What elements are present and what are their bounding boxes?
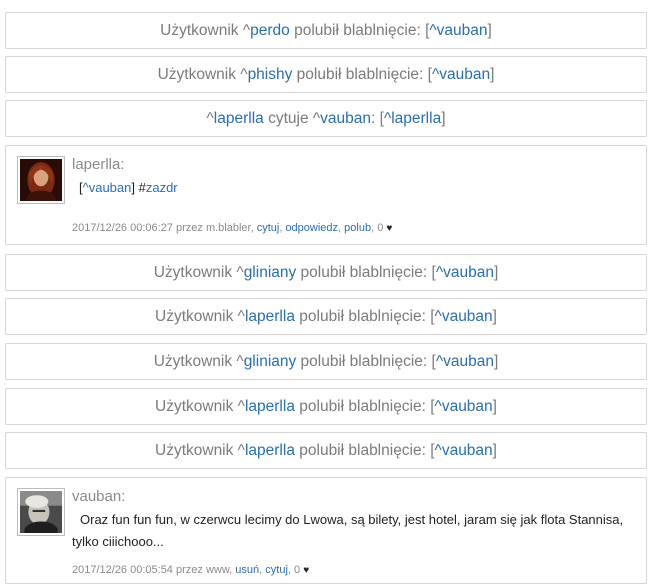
delete-button[interactable]: usuń <box>235 564 259 576</box>
notice-prefix: Użytkownik ^ <box>160 22 251 39</box>
notice-prefix: Użytkownik ^ <box>153 353 244 370</box>
quote-button[interactable]: cytuj <box>265 564 288 576</box>
notice-quote-laperlla: ^laperlla cytuje ^vauban: [^laperlla] <box>5 100 647 137</box>
post-timestamp: 2017/12/26 00:05:54 przez www, <box>72 564 236 576</box>
notice-text: : [ <box>371 110 384 127</box>
post-link-vauban[interactable]: ^vauban <box>435 398 493 415</box>
post-meta: 2017/12/26 00:06:27 przez m.blabler, cyt… <box>72 222 393 234</box>
notice-like-phishy: Użytkownik ^phishy polubił blablnięcie: … <box>5 56 647 93</box>
user-link-phishy[interactable]: phishy <box>248 66 293 83</box>
user-link-gliniany[interactable]: gliniany <box>244 264 297 281</box>
like-count: , 0 <box>287 564 304 576</box>
notice-prefix: Użytkownik ^ <box>157 66 248 83</box>
post-link-vauban[interactable]: ^vauban <box>436 264 494 281</box>
post-link-vauban[interactable]: ^vauban <box>432 66 490 83</box>
notice-suffix: ] <box>492 398 497 415</box>
notice-suffix: ] <box>492 308 497 325</box>
notice-suffix: ] <box>487 22 492 39</box>
quote-button[interactable]: cytuj <box>257 222 280 234</box>
post-link-laperlla[interactable]: ^laperlla <box>384 110 441 127</box>
notice-text: polubił blablnięcie: [ <box>296 264 436 281</box>
notice-prefix: Użytkownik ^ <box>153 264 244 281</box>
notice-text: cytuje ^ <box>263 110 321 127</box>
heart-icon: ♥ <box>386 223 393 234</box>
notice-text: polubił blablnięcie: [ <box>294 398 435 415</box>
reply-button[interactable]: odpowiedz <box>285 222 338 234</box>
post-timestamp: 2017/12/26 00:06:27 przez m.blabler, <box>72 222 257 234</box>
user-link-laperlla[interactable]: laperlla <box>214 110 264 127</box>
post-author: vauban: <box>72 488 126 505</box>
post-link-vauban[interactable]: ^vauban <box>435 308 493 325</box>
notice-like-laperlla: Użytkownik ^laperlla polubił blablnięcie… <box>5 432 647 469</box>
user-link-perdo[interactable]: perdo <box>250 22 290 39</box>
like-button[interactable]: polub <box>344 222 371 234</box>
avatar[interactable] <box>17 488 65 536</box>
notice-prefix: ^ <box>206 110 214 127</box>
notice-suffix: ] <box>493 353 499 370</box>
user-link-gliniany[interactable]: gliniany <box>244 353 297 370</box>
notice-suffix: ] <box>490 66 495 83</box>
notice-text: polubił blablnięcie: [ <box>294 442 435 459</box>
notice-like-laperlla: Użytkownik ^laperlla polubił blablnięcie… <box>5 298 647 335</box>
post-laperlla: laperlla: [^vauban] #zazdr 2017/12/26 00… <box>5 145 647 245</box>
notice-like-perdo: Użytkownik ^perdo polubił blablnięcie: [… <box>5 12 647 49</box>
bracket-close: ] <box>131 180 139 195</box>
like-count: , 0 <box>371 222 387 234</box>
post-content: Oraz fun fun fun, w czerwcu lecimy do Lw… <box>72 512 624 549</box>
notice-suffix: ] <box>492 442 497 459</box>
hashtag-symbol: # <box>138 180 146 195</box>
notice-text: polubił blablnięcie: [ <box>294 308 435 325</box>
post-link-vauban[interactable]: ^vauban <box>435 442 493 459</box>
post-link-vauban[interactable]: ^vauban <box>436 353 494 370</box>
avatar-laperlla-image <box>20 159 62 201</box>
notice-text: polubił blablnięcie: [ <box>296 353 436 370</box>
notice-like-laperlla: Użytkownik ^laperlla polubił blablnięcie… <box>5 388 647 425</box>
notice-suffix: ] <box>441 110 446 127</box>
quote-link-vauban[interactable]: ^vauban <box>83 180 132 195</box>
user-link-vauban[interactable]: vauban <box>320 110 371 127</box>
post-meta: 2017/12/26 00:05:54 przez www, usuń, cyt… <box>72 564 310 576</box>
user-link-laperlla[interactable]: laperlla <box>245 308 295 325</box>
post-author: laperlla: <box>72 156 125 173</box>
post-link-vauban[interactable]: ^vauban <box>429 22 487 39</box>
heart-icon: ♥ <box>303 565 310 576</box>
notice-prefix: Użytkownik ^ <box>155 308 245 325</box>
notice-like-gliniany: Użytkownik ^gliniany polubił blablnięcie… <box>5 254 647 291</box>
avatar-vauban-image <box>20 491 62 533</box>
post-vauban: vauban: Oraz fun fun fun, w czerwcu leci… <box>5 477 647 584</box>
post-content: [^vauban] #zazdr <box>79 177 178 199</box>
user-link-laperlla[interactable]: laperlla <box>245 442 295 459</box>
user-link-laperlla[interactable]: laperlla <box>245 398 295 415</box>
avatar[interactable] <box>17 156 65 204</box>
notice-prefix: Użytkownik ^ <box>155 398 245 415</box>
notice-like-gliniany: Użytkownik ^gliniany polubił blablnięcie… <box>5 343 647 380</box>
notice-suffix: ] <box>493 264 499 281</box>
notice-text: polubił blablnięcie: [ <box>289 22 430 39</box>
notice-text: polubił blablnięcie: [ <box>292 66 432 83</box>
notice-prefix: Użytkownik ^ <box>155 442 245 459</box>
hashtag-link-zazdr[interactable]: zazdr <box>146 180 178 195</box>
